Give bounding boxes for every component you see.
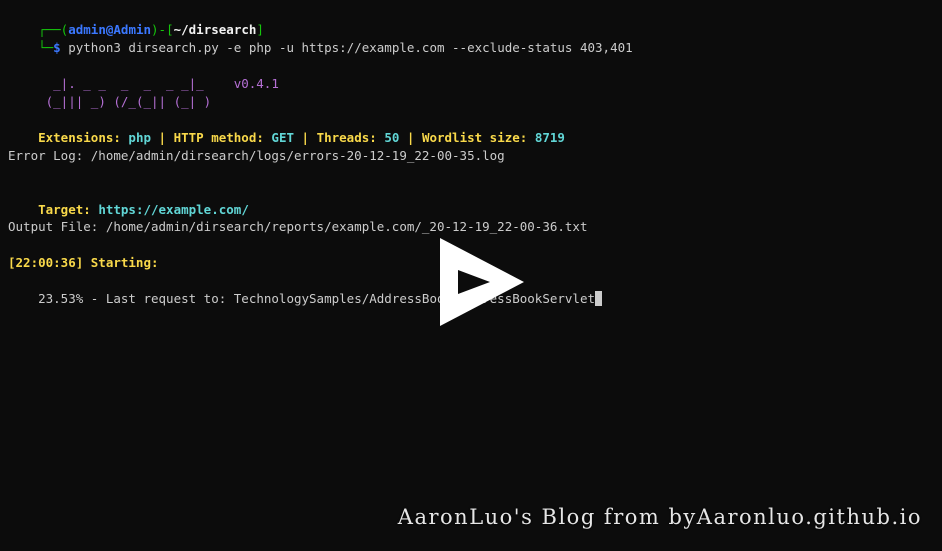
target-line: Target: https://example.com/	[8, 183, 249, 217]
blog-watermark: AaronLuo's Blog from byAaronluo.github.i…	[397, 505, 922, 529]
extensions-value: php	[128, 130, 151, 145]
config-line: Extensions: php | HTTP method: GET | Thr…	[8, 111, 565, 145]
banner-logo-line2: (_||| _) (/_(_|| (_| )	[8, 75, 212, 109]
text-cursor	[595, 291, 603, 306]
progress-percent: 23.53%	[38, 291, 84, 306]
config-separator-2: |	[294, 130, 317, 145]
command-text: python3 dirsearch.py -e php -u https://e…	[60, 40, 633, 55]
http-method-label: HTTP method:	[173, 130, 272, 145]
http-method-value: GET	[271, 130, 294, 145]
banner-logo-line1: _|. _ _ _ _ _ _|_ v0.4.1	[8, 57, 279, 91]
prompt-symbol: $	[53, 40, 61, 55]
config-separator-1: |	[151, 130, 174, 145]
command-line: └─$ python3 dirsearch.py -e php -u https…	[8, 21, 633, 55]
starting-line: [22:00:36] Starting:	[8, 255, 159, 270]
config-separator-3: |	[399, 130, 422, 145]
target-url: https://example.com/	[98, 202, 249, 217]
extensions-label: Extensions:	[38, 130, 129, 145]
terminal-window[interactable]: ┌──(admin@Admin)-[~/dirsearch] └─$ pytho…	[0, 0, 942, 551]
play-button[interactable]	[432, 232, 532, 332]
prompt-corner-bottom: └─	[38, 40, 54, 55]
error-log-line: Error Log: /home/admin/dirsearch/logs/er…	[8, 148, 505, 163]
play-icon	[440, 238, 524, 326]
prompt-header: ┌──(admin@Admin)-[~/dirsearch]	[8, 3, 264, 37]
wordlist-label: Wordlist size:	[421, 130, 535, 145]
logo-line2: (_||| _) (/_(_|| (_| )	[38, 94, 212, 109]
target-label: Target:	[38, 202, 99, 217]
version-label: v0.4.1	[233, 76, 279, 91]
wordlist-value: 8719	[534, 130, 565, 145]
threads-label: Threads:	[316, 130, 385, 145]
threads-value: 50	[384, 130, 400, 145]
